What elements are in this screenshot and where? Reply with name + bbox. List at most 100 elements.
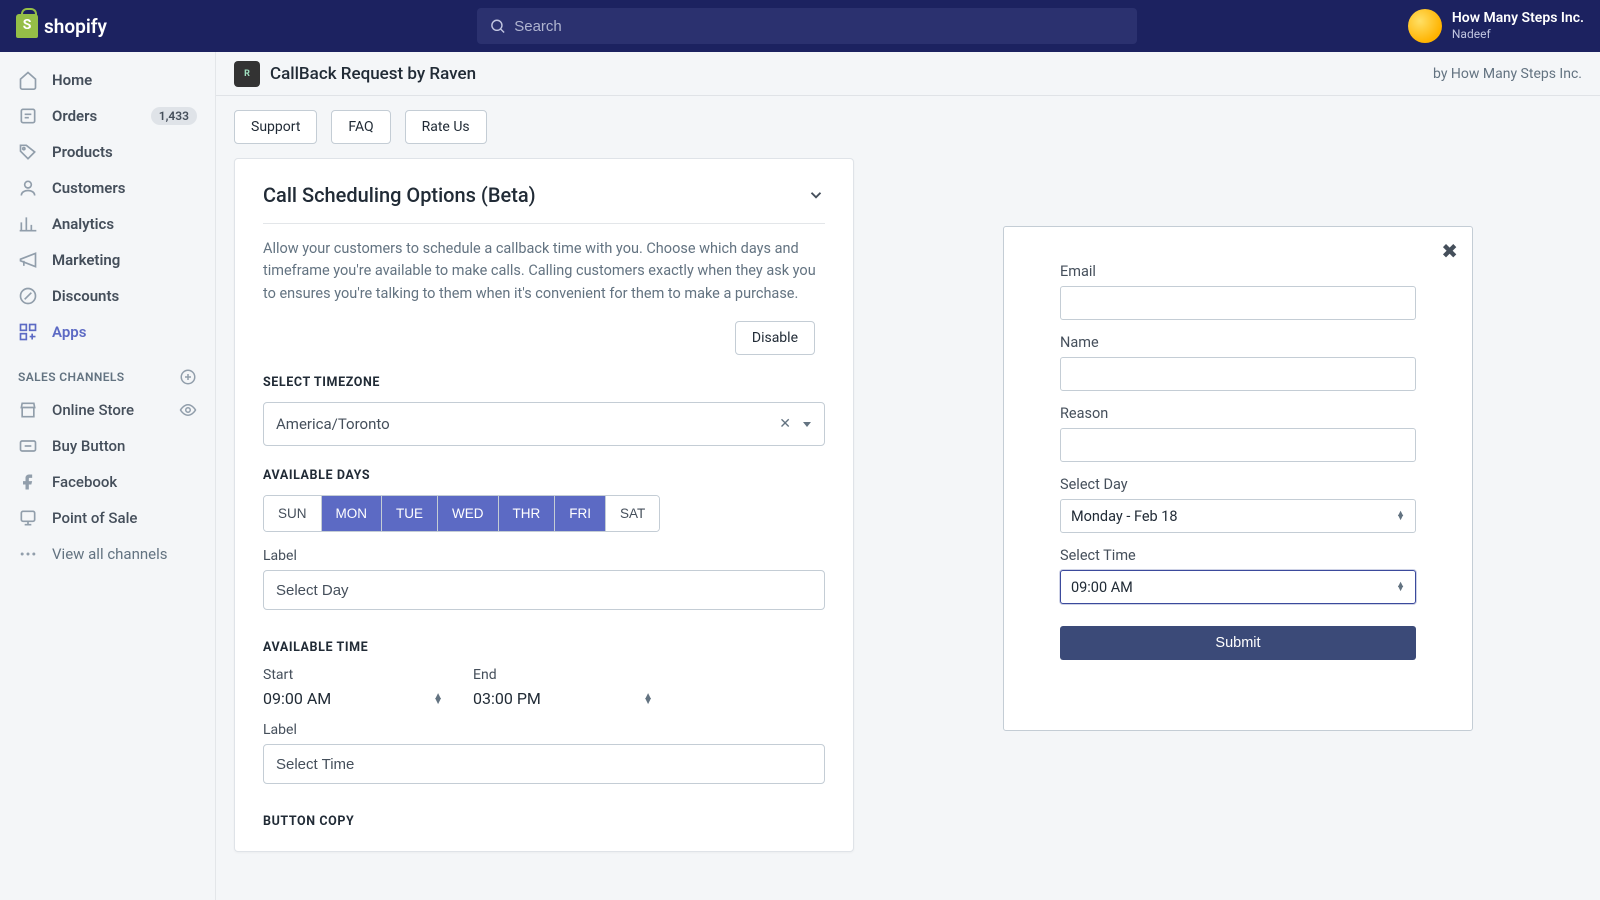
sidebar-item-analytics[interactable]: Analytics — [0, 206, 215, 242]
card-title-row[interactable]: Call Scheduling Options (Beta) — [263, 183, 825, 223]
faq-button[interactable]: FAQ — [331, 110, 390, 144]
app-title: CallBack Request by Raven — [270, 64, 476, 84]
home-icon — [18, 70, 38, 90]
stepper-icon: ▲▼ — [1396, 512, 1405, 521]
shopify-bag-icon — [16, 14, 38, 38]
buy-button-icon — [18, 436, 38, 456]
card-title: Call Scheduling Options (Beta) — [263, 183, 536, 207]
pv-time-label: Select Time — [1060, 547, 1416, 564]
shopify-logo[interactable]: shopify — [16, 14, 107, 38]
button-copy-label: BUTTON COPY — [263, 814, 825, 829]
day-sat[interactable]: SAT — [606, 496, 659, 531]
days-section-label: AVAILABLE DAYS — [263, 468, 825, 483]
preview-column: ✖ Email Name Reason Select Day Monday - … — [894, 158, 1582, 882]
avatar — [1408, 9, 1442, 43]
time-row: Start 09:00 AM ▲▼ End 03:00 PM ▲▼ — [263, 667, 825, 708]
org-name: How Many Steps Inc. — [1452, 10, 1584, 27]
sales-channels-header: SALES CHANNELS — [0, 350, 215, 392]
day-thr[interactable]: THR — [499, 496, 556, 531]
pv-reason-input[interactable] — [1060, 428, 1416, 462]
sidebar: Home Orders 1,433 Products Customers Ana… — [0, 52, 216, 900]
pv-email-input[interactable] — [1060, 286, 1416, 320]
top-bar: shopify How Many Steps Inc. Nadeef — [0, 0, 1600, 52]
orders-badge: 1,433 — [151, 107, 197, 125]
search-icon — [489, 17, 506, 35]
sidebar-item-label: Orders — [52, 107, 97, 125]
day-fri[interactable]: FRI — [555, 496, 606, 531]
chevron-down-icon[interactable] — [807, 186, 825, 204]
sidebar-item-marketing[interactable]: Marketing — [0, 242, 215, 278]
view-all-channels[interactable]: View all channels — [0, 536, 215, 572]
sidebar-item-discounts[interactable]: Discounts — [0, 278, 215, 314]
sidebar-item-label: Marketing — [52, 251, 120, 269]
pv-day-select[interactable]: Monday - Feb 18 ▲▼ — [1060, 499, 1416, 533]
day-segment: SUN MON TUE WED THR FRI SAT — [263, 495, 660, 532]
facebook-icon — [18, 472, 38, 492]
search-input[interactable] — [514, 18, 1125, 35]
analytics-icon — [18, 214, 38, 234]
rate-button[interactable]: Rate Us — [405, 110, 487, 144]
pv-name-input[interactable] — [1060, 357, 1416, 391]
day-wed[interactable]: WED — [438, 496, 499, 531]
divider — [263, 223, 825, 224]
app-actions: Support FAQ Rate Us — [216, 96, 1600, 158]
channel-label: Facebook — [52, 473, 117, 491]
stepper-icon: ▲▼ — [643, 694, 653, 704]
channel-label: Buy Button — [52, 437, 125, 455]
day-tue[interactable]: TUE — [382, 496, 438, 531]
pv-name-label: Name — [1060, 334, 1416, 351]
stepper-icon: ▲▼ — [433, 694, 443, 704]
user-menu[interactable]: How Many Steps Inc. Nadeef — [1408, 9, 1584, 43]
day-mon[interactable]: MON — [322, 496, 383, 531]
scheduling-card: Call Scheduling Options (Beta) Allow you… — [234, 158, 854, 852]
app-by: by How Many Steps Inc. — [1433, 66, 1582, 82]
orders-icon — [18, 106, 38, 126]
help-text: Allow your customers to schedule a callb… — [263, 238, 825, 305]
sidebar-item-apps[interactable]: Apps — [0, 314, 215, 350]
user-name: Nadeef — [1452, 27, 1584, 41]
label-day-input[interactable] — [263, 570, 825, 610]
brand-text: shopify — [44, 15, 107, 38]
end-label: End — [473, 667, 663, 683]
disable-row: Disable — [263, 321, 825, 355]
channel-pos[interactable]: Point of Sale — [0, 500, 215, 536]
ellipsis-icon — [18, 544, 38, 564]
settings-column: Call Scheduling Options (Beta) Allow you… — [234, 158, 854, 882]
channel-label: Point of Sale — [52, 509, 137, 527]
clear-icon[interactable]: ✕ — [779, 416, 791, 432]
sidebar-item-products[interactable]: Products — [0, 134, 215, 170]
end-time-select[interactable]: 03:00 PM ▲▼ — [473, 689, 663, 708]
caret-down-icon[interactable] — [801, 418, 813, 430]
eye-icon[interactable] — [179, 401, 197, 419]
channel-label: Online Store — [52, 401, 134, 419]
start-time-col: Start 09:00 AM ▲▼ — [263, 667, 453, 708]
start-label: Start — [263, 667, 453, 683]
time-section-label: AVAILABLE TIME — [263, 640, 825, 655]
sidebar-item-home[interactable]: Home — [0, 62, 215, 98]
channel-online-store[interactable]: Online Store — [0, 392, 215, 428]
stepper-icon: ▲▼ — [1396, 583, 1405, 592]
day-sun[interactable]: SUN — [264, 496, 322, 531]
sidebar-item-label: Customers — [52, 179, 125, 197]
start-time-select[interactable]: 09:00 AM ▲▼ — [263, 689, 453, 708]
end-time-col: End 03:00 PM ▲▼ — [473, 667, 663, 708]
sidebar-item-label: Apps — [52, 323, 86, 341]
label-time-label: Label — [263, 722, 825, 738]
label-time-input[interactable] — [263, 744, 825, 784]
channel-facebook[interactable]: Facebook — [0, 464, 215, 500]
close-icon[interactable]: ✖ — [1441, 239, 1458, 263]
pv-submit-button[interactable]: Submit — [1060, 626, 1416, 660]
callback-preview: ✖ Email Name Reason Select Day Monday - … — [1003, 226, 1473, 731]
pv-day-label: Select Day — [1060, 476, 1416, 493]
global-search[interactable] — [477, 8, 1137, 44]
add-channel-icon[interactable] — [179, 368, 197, 386]
channel-buy-button[interactable]: Buy Button — [0, 428, 215, 464]
sidebar-item-customers[interactable]: Customers — [0, 170, 215, 206]
store-icon — [18, 400, 38, 420]
support-button[interactable]: Support — [234, 110, 317, 144]
sidebar-item-orders[interactable]: Orders 1,433 — [0, 98, 215, 134]
pv-time-select[interactable]: 09:00 AM ▲▼ — [1060, 570, 1416, 604]
pv-reason-label: Reason — [1060, 405, 1416, 422]
disable-button[interactable]: Disable — [735, 321, 815, 355]
timezone-select[interactable]: America/Toronto ✕ — [263, 402, 825, 446]
